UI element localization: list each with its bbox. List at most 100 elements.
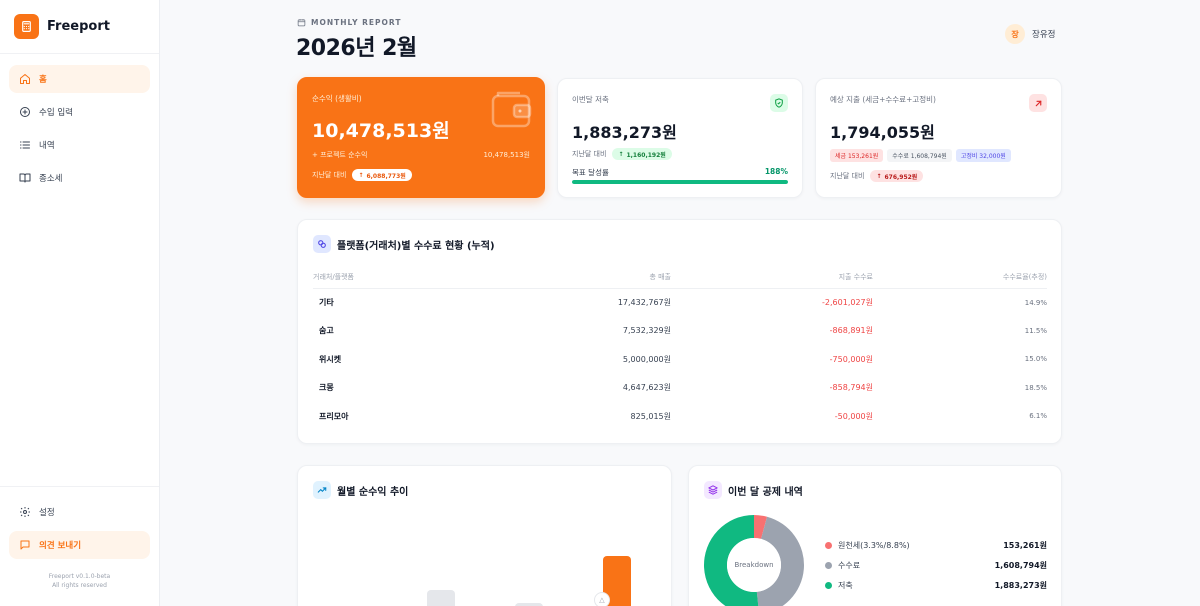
sidebar-item-history[interactable]: 내역	[9, 131, 150, 159]
list-icon	[20, 141, 30, 149]
table-row[interactable]: 프리모아 825,015원 -50,000원 6.1%	[313, 402, 1047, 431]
link-icon	[313, 235, 331, 253]
compare-value: 676,952원	[884, 173, 918, 181]
version-text: Freeport v0.1.0-beta	[48, 573, 111, 580]
project-income-label: + 프로젝트 순수익	[312, 151, 368, 159]
table-row[interactable]: 숨고 7,532,329원 -868,891원 11.5%	[313, 317, 1047, 346]
feedback-button[interactable]: 의견 보내기	[9, 531, 150, 559]
legend-dot	[825, 562, 832, 569]
table-header-row: 거래처/플랫폼 총 매출 지출 수수료 수수료율(추정)	[313, 266, 1047, 289]
goal-row: 목표 달성률 188%	[572, 167, 788, 178]
expense-compare: 지난달 대비 ↑ 676,952원	[830, 170, 924, 182]
sidebar-item-home[interactable]: 홈	[9, 65, 150, 93]
net-income-compare: 지난달 대비 ↑ 6,088,773원	[312, 169, 412, 181]
deduction-legend-item: 수수료 1,608,794원	[825, 560, 1047, 571]
expense-value: 1,794,055원	[830, 123, 935, 142]
calendar-icon	[297, 19, 306, 27]
expense-card: 예상 지출 (세금+수수료+고정비) 1,794,055원 세금 153,261…	[815, 78, 1062, 198]
layers-icon	[704, 481, 722, 499]
net-income-label: 순수익 (생활비)	[312, 94, 362, 103]
trend-title: 월별 순수익 추이	[337, 486, 409, 498]
sidebar-item-label: 수입 입력	[39, 108, 73, 118]
savings-label: 이번달 저축	[572, 95, 609, 104]
legend-value: 153,261원	[1003, 541, 1047, 550]
arrow-up-icon: ↑	[358, 171, 364, 179]
sidebar-item-label: 내역	[39, 141, 55, 151]
settings-button[interactable]: 설정	[9, 498, 150, 526]
table-cell-rate: 15.0%	[1024, 355, 1047, 364]
user-name: 장유정	[1032, 30, 1056, 40]
table-cell-fee: -2,601,027원	[822, 298, 873, 307]
deduction-legend-item: 저축 1,883,273원	[825, 580, 1047, 591]
plus-circle-icon	[20, 107, 30, 117]
goal-label: 목표 달성률	[572, 168, 609, 177]
compare-badge: ↑ 676,952원	[870, 170, 924, 182]
net-income-value: 10,478,513원	[312, 120, 450, 142]
sidebar-item-income-tax[interactable]: 종소세	[9, 164, 150, 192]
version-info: Freeport v0.1.0-beta All rights reserved	[9, 572, 150, 590]
fees-table: 거래처/플랫폼 총 매출 지출 수수료 수수료율(추정) 기타 17,432,76…	[313, 266, 1047, 431]
column-header[interactable]: 거래처/플랫폼	[313, 266, 441, 289]
table-cell-sales: 17,432,767원	[617, 298, 671, 307]
table-cell-sales: 7,532,329원	[622, 326, 671, 336]
table-cell-rate: 18.5%	[1024, 383, 1047, 392]
goal-progress-bar	[572, 180, 788, 184]
user-profile[interactable]: 장 장유정	[1005, 24, 1055, 44]
table-row[interactable]: 크몽 4,647,623원 -858,794원 18.5%	[313, 374, 1047, 403]
sidebar-nav: 홈 수입 입력 내역 종소세	[0, 54, 159, 192]
table-cell-fee: -750,000원	[829, 354, 873, 364]
gear-icon	[20, 507, 30, 517]
report-eyebrow: MONTHLY REPORT	[297, 18, 402, 27]
deductions-header: 이번 달 공제 내역	[704, 481, 803, 499]
table-row[interactable]: 기타 17,432,767원 -2,601,027원 14.9%	[313, 288, 1047, 317]
message-icon	[20, 540, 30, 550]
sidebar-footer: 설정 의견 보내기 Freeport v0.1.0-beta All right…	[0, 486, 159, 606]
sidebar-item-income-input[interactable]: 수입 입력	[9, 98, 150, 126]
net-income-card: 순수익 (생활비) 10,478,513원 + 프로젝트 순수익 10,478,…	[297, 77, 545, 198]
project-income-row: + 프로젝트 순수익 10,478,513원	[312, 150, 530, 160]
table-cell-fee: -50,000원	[834, 411, 873, 421]
goal-value: 188%	[764, 167, 788, 176]
fees-table-header: 플랫폼(거래처)별 수수료 현황 (누적)	[313, 235, 495, 253]
expense-tag: 고정비 32,000원	[955, 149, 1011, 162]
table-cell-sales: 4,647,623원	[622, 383, 671, 393]
legend-dot	[825, 542, 832, 549]
project-income-value: 10,478,513원	[483, 151, 530, 159]
compare-label: 지난달 대비	[572, 150, 607, 158]
table-row[interactable]: 위시켓 5,000,000원 -750,000원 15.0%	[313, 345, 1047, 374]
column-header[interactable]: 지출 수수료	[671, 266, 873, 289]
main-content: MONTHLY REPORT 2026년 2월 장 장유정 순수익 (생활비) …	[160, 0, 1200, 606]
legend-label: 수수료	[838, 561, 861, 570]
legend-label: 원천세(3.3%/8.8%)	[838, 541, 910, 550]
fees-table-title: 플랫폼(거래처)별 수수료 현황 (누적)	[337, 240, 495, 252]
table-cell-name: 기타	[319, 298, 334, 307]
legend-value: 1,883,273원	[994, 581, 1047, 590]
goal-progress-fill	[572, 180, 788, 184]
column-header[interactable]: 총 매출	[441, 266, 671, 289]
table-cell-name: 크몽	[319, 383, 334, 393]
fees-table-body: 기타 17,432,767원 -2,601,027원 14.9% 숨고 7,532,329…	[313, 288, 1047, 431]
trend-up-icon	[1029, 94, 1047, 112]
chart-tooltip-icon: △	[594, 592, 610, 606]
app-logo[interactable]: Freeport	[0, 0, 159, 54]
table-cell-name: 위시켓	[319, 354, 342, 364]
table-cell-name: 숨고	[319, 326, 334, 336]
eyebrow-text: MONTHLY REPORT	[311, 18, 402, 27]
deductions-title: 이번 달 공제 내역	[728, 486, 803, 498]
table-cell-rate: 6.1%	[1029, 412, 1047, 421]
table-cell-rate: 11.5%	[1024, 326, 1047, 335]
savings-value: 1,883,273원	[572, 123, 677, 142]
column-header[interactable]: 수수료율(추정)	[873, 266, 1047, 289]
compare-label: 지난달 대비	[312, 171, 347, 179]
table-cell-fee: -858,794원	[829, 383, 873, 393]
trending-up-icon	[313, 481, 331, 499]
home-icon	[20, 74, 30, 84]
rights-text: All rights reserved	[52, 582, 107, 589]
fees-table-card: 플랫폼(거래처)별 수수료 현황 (누적) 거래처/플랫폼 총 매출 지출 수수…	[297, 219, 1062, 444]
book-icon	[19, 173, 31, 183]
legend-value: 1,608,794원	[994, 561, 1047, 570]
savings-compare: 지난달 대비 ↑ 1,160,192원	[572, 148, 672, 160]
expense-tags: 세금 153,261원 수수료 1,608,794원 고정비 32,000원	[830, 149, 1015, 162]
compare-badge: ↑ 1,160,192원	[612, 148, 672, 160]
table-cell-sales: 5,000,000원	[622, 354, 671, 364]
